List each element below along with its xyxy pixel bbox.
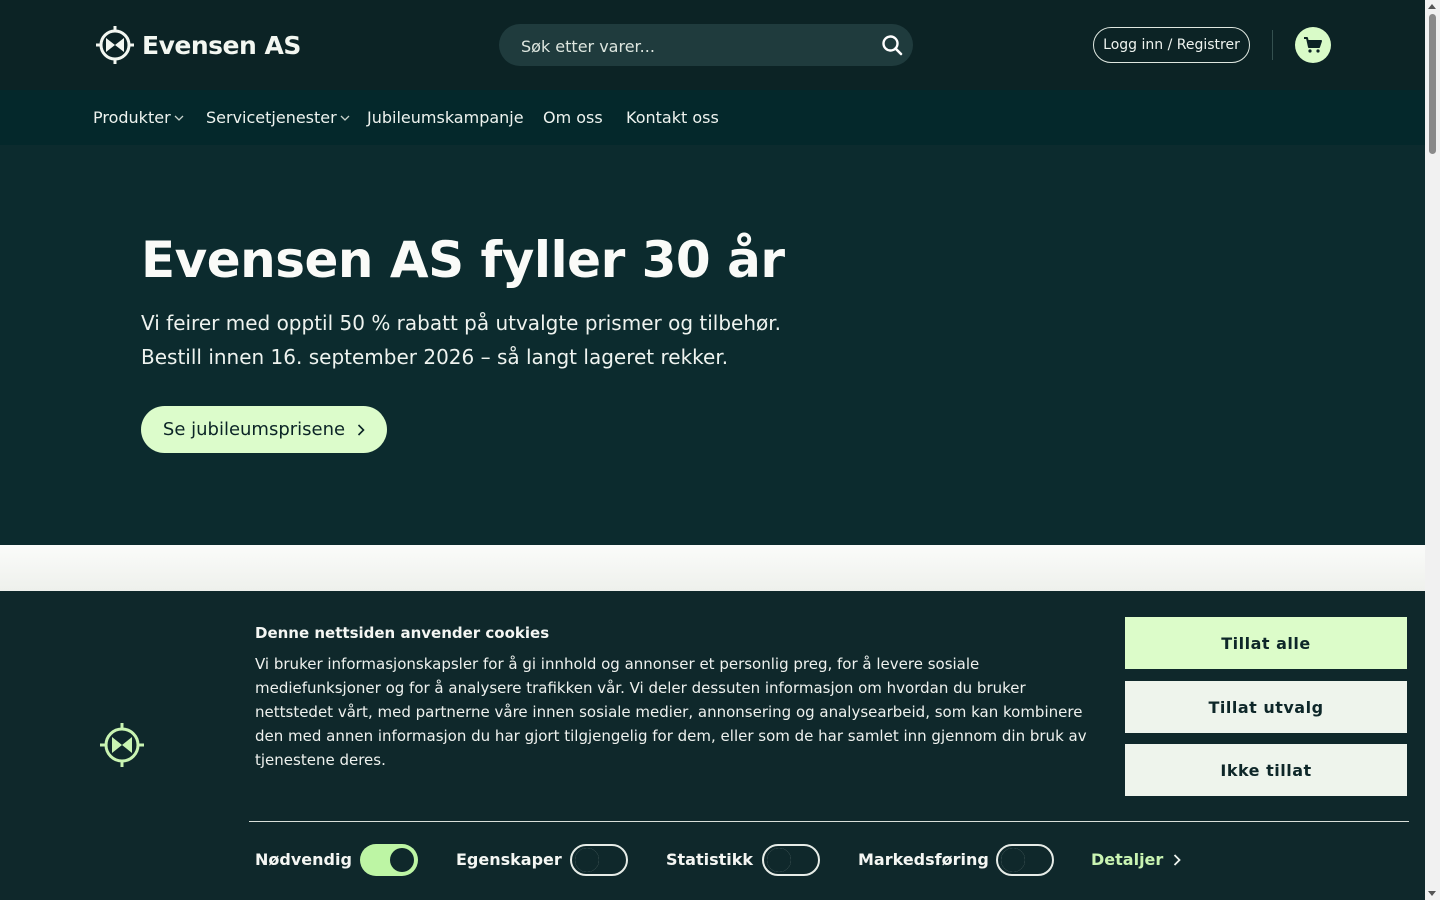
nav-item-servicetjenester[interactable]: Servicetjenester bbox=[206, 90, 350, 145]
nav-item-kontakt-oss[interactable]: Kontakt oss bbox=[626, 90, 719, 145]
toggle-label-necessary: Nødvendig bbox=[255, 850, 352, 869]
hero-subtitle-line-1: Vi feirer med opptil 50 % rabatt på utva… bbox=[141, 311, 781, 335]
search-bar bbox=[499, 24, 913, 68]
scroll-down-arrow[interactable] bbox=[1428, 891, 1436, 896]
toggle-knob bbox=[390, 848, 414, 872]
header-divider bbox=[1272, 30, 1273, 60]
hero-subtitle-line-2: Bestill innen 16. september 2026 – så la… bbox=[141, 345, 729, 369]
nav-item-label: Servicetjenester bbox=[206, 108, 337, 127]
login-register-button[interactable]: Logg inn / Registrer bbox=[1093, 27, 1250, 63]
nav-item-jubileumskampanje[interactable]: Jubileumskampanje bbox=[367, 90, 524, 145]
cookie-description: Vi bruker informasjonskapsler for å gi i… bbox=[255, 655, 1087, 769]
nav-item-label: Om oss bbox=[543, 108, 603, 127]
chevron-down-icon bbox=[340, 115, 350, 121]
cookie-divider bbox=[249, 821, 1409, 822]
chevron-right-icon bbox=[1174, 853, 1182, 866]
cart-button[interactable] bbox=[1295, 27, 1331, 63]
deny-button[interactable]: Ikke tillat bbox=[1125, 744, 1407, 796]
toggle-statistics[interactable] bbox=[762, 844, 820, 876]
logo[interactable]: Evensen AS bbox=[96, 26, 301, 64]
scroll-thumb[interactable] bbox=[1429, 14, 1436, 154]
page-scrollbar[interactable] bbox=[1425, 0, 1440, 900]
search-input[interactable] bbox=[519, 24, 863, 68]
toggle-knob bbox=[767, 848, 791, 872]
nav-item-label: Kontakt oss bbox=[626, 108, 719, 127]
cookie-logo-icon bbox=[100, 723, 144, 767]
logo-icon bbox=[96, 26, 134, 64]
details-link[interactable]: Detaljer bbox=[1091, 850, 1182, 869]
nav-item-label: Jubileumskampanje bbox=[367, 108, 524, 127]
toggle-necessary[interactable] bbox=[360, 844, 418, 876]
logo-text: Evensen AS bbox=[142, 30, 301, 60]
content-section bbox=[0, 545, 1425, 591]
cart-icon bbox=[1304, 37, 1322, 53]
chevron-right-icon bbox=[358, 423, 365, 436]
chevron-down-icon bbox=[174, 115, 184, 121]
hero-section: Evensen AS fyller 30 år Vi feirer med op… bbox=[0, 145, 1425, 545]
main-nav: Produkter Servicetjenester Jubileumskamp… bbox=[0, 90, 1425, 145]
scroll-up-arrow[interactable] bbox=[1428, 4, 1436, 9]
search-icon[interactable] bbox=[881, 34, 903, 56]
cookie-title: Denne nettsiden anvender cookies bbox=[255, 624, 550, 642]
toggle-knob bbox=[1001, 848, 1025, 872]
toggle-preferences[interactable] bbox=[570, 844, 628, 876]
cookie-banner: Denne nettsiden anvender cookies Vi bruk… bbox=[0, 591, 1425, 900]
nav-item-om-oss[interactable]: Om oss bbox=[543, 90, 603, 145]
toggle-knob bbox=[575, 848, 599, 872]
page: Evensen AS Logg inn / Registrer Produkte… bbox=[0, 0, 1425, 900]
toggle-label-marketing: Markedsføring bbox=[858, 850, 989, 869]
details-label: Detaljer bbox=[1091, 850, 1164, 869]
toggle-label-preferences: Egenskaper bbox=[456, 850, 562, 869]
nav-item-label: Produkter bbox=[93, 108, 171, 127]
toggle-label-statistics: Statistikk bbox=[666, 850, 754, 869]
nav-item-produkter[interactable]: Produkter bbox=[93, 90, 184, 145]
campaign-prices-button[interactable]: Se jubileumsprisene bbox=[141, 406, 387, 453]
allow-all-button[interactable]: Tillat alle bbox=[1125, 617, 1407, 669]
site-header: Evensen AS Logg inn / Registrer bbox=[0, 0, 1425, 90]
toggle-marketing[interactable] bbox=[996, 844, 1054, 876]
hero-title: Evensen AS fyller 30 år bbox=[141, 231, 785, 289]
cta-label: Se jubileumsprisene bbox=[162, 419, 346, 440]
allow-selection-button[interactable]: Tillat utvalg bbox=[1125, 681, 1407, 733]
